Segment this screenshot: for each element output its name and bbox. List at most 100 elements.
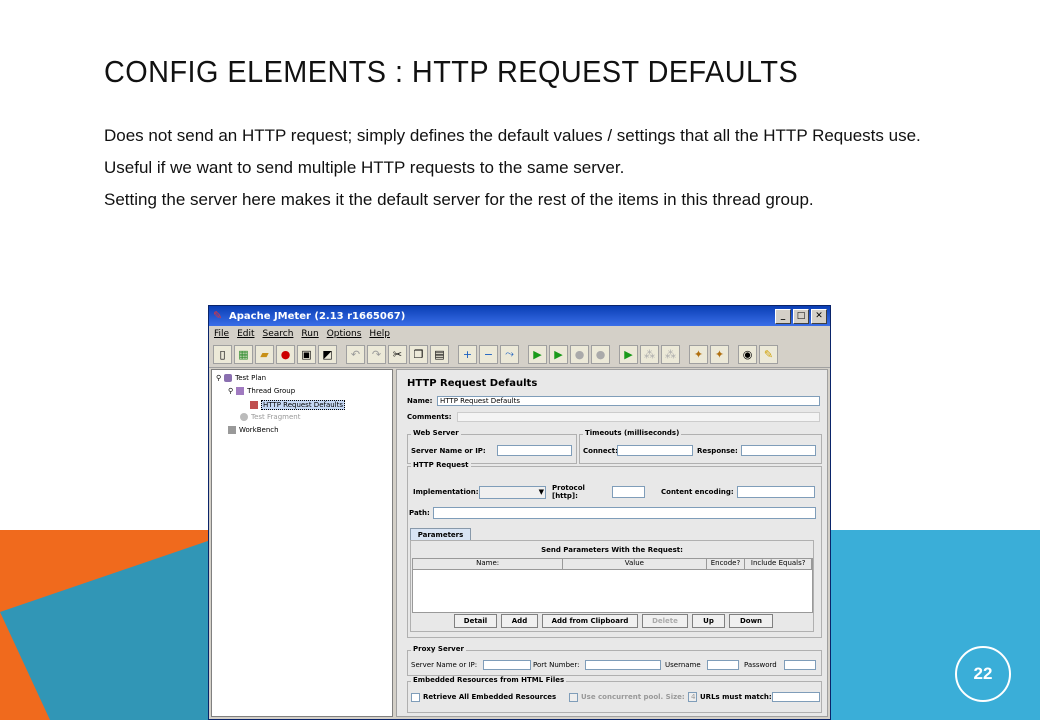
- column-header[interactable]: Include Equals?: [745, 559, 813, 569]
- slide-title: CONFIG ELEMENTS : HTTP REQUEST DEFAULTS: [104, 54, 799, 89]
- down-button[interactable]: Down: [729, 614, 773, 628]
- implementation-select[interactable]: ▼: [479, 485, 546, 499]
- workbench-icon: [228, 426, 236, 434]
- web-server-group: Web Server Server Name or IP:: [407, 429, 577, 464]
- embedded-resources-group: Embedded Resources from HTML Files Retri…: [407, 676, 822, 713]
- tree-label: HTTP Request Defaults: [261, 400, 346, 410]
- column-header[interactable]: Value: [563, 559, 707, 569]
- remote-start-icon[interactable]: ▶: [619, 344, 638, 364]
- column-header[interactable]: Name:: [413, 559, 564, 569]
- main-area: ⚲ Test Plan ⚲ Thread Group HTTP Request …: [211, 369, 828, 717]
- menu-options[interactable]: Options: [327, 329, 362, 339]
- encoding-field[interactable]: [737, 486, 815, 498]
- fragment-icon: [240, 413, 248, 421]
- path-label: Path:: [409, 509, 430, 517]
- toolbar: ▯ ▦ ▰ ● ▣ ◩ ↶ ↷ ✂ ❐ ▤ + − ⤳ ▶ ▶ ● ● ▶ ⁂ …: [209, 341, 830, 368]
- panel-title: HTTP Request Defaults: [407, 378, 538, 389]
- start-icon[interactable]: ▶: [528, 344, 547, 364]
- server-field[interactable]: [497, 445, 572, 456]
- expand-icon[interactable]: +: [458, 344, 477, 364]
- menu-search[interactable]: Search: [263, 329, 294, 339]
- close-button[interactable]: ✕: [811, 309, 827, 324]
- tree-node-http-defaults[interactable]: HTTP Request Defaults: [250, 400, 346, 410]
- redo-icon[interactable]: ↷: [367, 344, 386, 364]
- timeouts-legend: Timeouts (milliseconds): [583, 429, 682, 437]
- chevron-down-icon: ▼: [538, 487, 544, 496]
- save-icon[interactable]: ▣: [297, 344, 316, 364]
- urls-match-field[interactable]: [772, 692, 820, 702]
- path-field[interactable]: [433, 507, 816, 519]
- remote-shutdown-icon[interactable]: ⁂: [661, 344, 680, 364]
- undo-icon[interactable]: ↶: [346, 344, 365, 364]
- tree-label: WorkBench: [239, 426, 279, 434]
- reset-search-icon[interactable]: ✎: [759, 344, 778, 364]
- start-no-pause-icon[interactable]: ▶: [549, 344, 568, 364]
- clear-icon[interactable]: ✦: [689, 344, 708, 364]
- detail-button[interactable]: Detail: [454, 614, 497, 628]
- paste-icon[interactable]: ▤: [430, 344, 449, 364]
- proxy-username-field[interactable]: [707, 660, 739, 670]
- collapse-icon[interactable]: −: [479, 344, 498, 364]
- implementation-label: Implementation:: [413, 488, 479, 496]
- menu-edit[interactable]: Edit: [237, 329, 254, 339]
- add-from-clipboard-button[interactable]: Add from Clipboard: [542, 614, 638, 628]
- up-button[interactable]: Up: [692, 614, 725, 628]
- tree-label: Thread Group: [247, 387, 296, 395]
- server-label: Server Name or IP:: [411, 446, 486, 455]
- clear-all-icon[interactable]: ✦: [710, 344, 729, 364]
- comments-label: Comments:: [407, 413, 452, 421]
- tree-node-test-plan[interactable]: ⚲ Test Plan: [216, 374, 266, 382]
- column-header[interactable]: Encode?: [707, 559, 746, 569]
- comments-field[interactable]: [457, 412, 820, 422]
- encoding-label: Content encoding:: [661, 488, 734, 496]
- save-screenshot-icon[interactable]: ◩: [318, 344, 337, 364]
- parameters-table[interactable]: Name: Value Encode? Include Equals?: [412, 558, 813, 613]
- protocol-field[interactable]: [612, 486, 645, 498]
- menu-file[interactable]: File: [214, 329, 229, 339]
- open-icon[interactable]: ▰: [255, 344, 274, 364]
- bullet-item: Does not send an HTTP request; simply de…: [104, 126, 921, 145]
- urls-match-label: URLs must match:: [700, 693, 772, 701]
- stop-icon[interactable]: ●: [570, 344, 589, 364]
- cut-icon[interactable]: ✂: [388, 344, 407, 364]
- remote-stop-icon[interactable]: ⁂: [640, 344, 659, 364]
- connect-label: Connect:: [583, 446, 618, 455]
- minimize-button[interactable]: _: [775, 309, 791, 324]
- tree-node-workbench[interactable]: WorkBench: [228, 426, 279, 434]
- retrieve-checkbox[interactable]: [411, 692, 420, 702]
- jmeter-window: ✎ Apache JMeter (2.13 r1665067) _ □ ✕ Fi…: [208, 305, 831, 720]
- shutdown-icon[interactable]: ●: [591, 344, 610, 364]
- search-icon[interactable]: ◉: [738, 344, 757, 364]
- tree-node-test-fragment[interactable]: Test Fragment: [240, 413, 300, 421]
- feather-icon: ✎: [213, 309, 223, 322]
- add-button[interactable]: Add: [501, 614, 538, 628]
- maximize-button[interactable]: □: [793, 309, 809, 324]
- response-label: Response:: [697, 446, 738, 455]
- proxy-password-field[interactable]: [784, 660, 816, 670]
- name-label: Name:: [407, 397, 433, 405]
- toggle-icon[interactable]: ⤳: [500, 344, 519, 364]
- connect-field[interactable]: [617, 445, 693, 456]
- tree-node-thread-group[interactable]: ⚲ Thread Group: [228, 387, 295, 395]
- pool-size-field[interactable]: 4: [688, 692, 697, 702]
- window-titlebar: ✎ Apache JMeter (2.13 r1665067) _ □ ✕: [209, 306, 830, 326]
- copy-icon[interactable]: ❐: [409, 344, 428, 364]
- proxy-server-label: Server Name or IP:: [411, 661, 478, 669]
- menu-help[interactable]: Help: [369, 329, 390, 339]
- timeouts-group: Timeouts (milliseconds) Connect: Respons…: [579, 429, 822, 464]
- templates-icon[interactable]: ▦: [234, 344, 253, 364]
- window-title: Apache JMeter (2.13 r1665067): [229, 310, 406, 322]
- name-field[interactable]: HTTP Request Defaults: [437, 396, 820, 406]
- close-icon[interactable]: ●: [276, 344, 295, 364]
- delete-button[interactable]: Delete: [642, 614, 688, 628]
- http-request-legend: HTTP Request: [411, 461, 471, 469]
- proxy-server-field[interactable]: [483, 660, 531, 670]
- response-field[interactable]: [741, 445, 816, 456]
- proxy-password-label: Password: [744, 661, 777, 669]
- menu-run[interactable]: Run: [301, 329, 318, 339]
- embedded-legend: Embedded Resources from HTML Files: [411, 676, 567, 684]
- pool-checkbox[interactable]: [569, 692, 578, 702]
- parameters-heading: Send Parameters With the Request:: [541, 546, 683, 554]
- proxy-port-field[interactable]: [585, 660, 661, 670]
- new-icon[interactable]: ▯: [213, 344, 232, 364]
